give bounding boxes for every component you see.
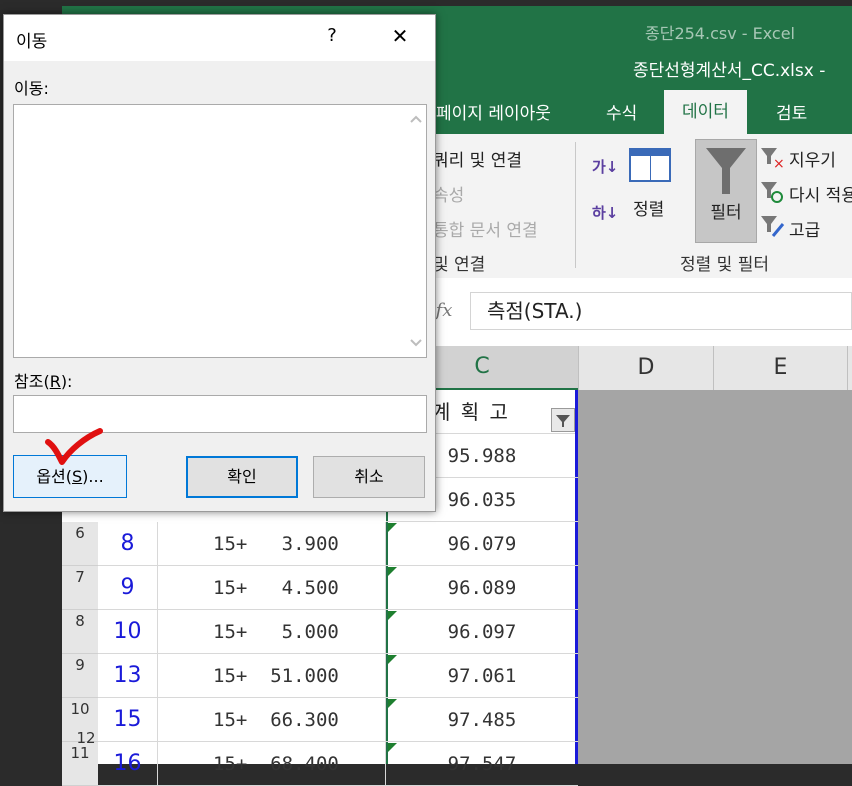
reference-label-key: R [49,372,61,391]
tab-page-layout[interactable]: 페이지 레이아웃 [436,99,551,124]
options-label-pre: 옵션( [36,467,73,486]
cell-c[interactable]: 96.079 [386,522,578,566]
column-header-d[interactable]: D [578,346,713,390]
tab-data[interactable]: 데이터 [664,90,747,134]
filter-dropdown-button[interactable] [551,408,575,432]
queries-connections-button[interactable]: 쿼리 및 연결 [433,146,522,171]
scrollbar[interactable] [407,105,426,357]
sort-descending-icon[interactable]: 하↓ [592,202,618,223]
cell-c-value: 96.079 [447,533,517,555]
cell-b[interactable]: 15+ 3.900 [158,522,386,566]
reference-label-post: ): [60,372,73,391]
row-header[interactable]: 12 [74,728,98,748]
cell-c[interactable]: 97.061 [386,654,578,698]
cell-c-value: 97.547 [447,753,517,775]
cell-c[interactable]: 97.547 [386,742,578,786]
row-header[interactable]: 6 [62,522,98,566]
error-indicator [388,655,397,664]
excel-window-title: 종단선형계산서_CC.xlsx - [633,61,826,81]
formula-input[interactable]: 측점(STA.) [470,292,852,330]
cell-a[interactable]: 9 [98,566,158,610]
properties-button[interactable]: 속성 [433,181,464,206]
clear-button[interactable]: 지우기 [789,146,836,171]
cell-b[interactable]: 15+ 51.000 [158,654,386,698]
column-header-e[interactable]: E [713,346,848,390]
cell-a[interactable]: 8 [98,522,158,566]
reapply-button[interactable]: 다시 적용 [789,181,852,206]
cell-c[interactable]: 97.485 [386,698,578,742]
sheet-empty-area [578,390,852,764]
cell-b[interactable]: 15+ 5.000 [158,610,386,654]
cell-c-value: 96.089 [447,577,517,599]
excel-window-title-back: 종단254.csv - Excel [645,24,795,43]
row-header[interactable]: 8 [62,610,98,654]
cell-c[interactable]: 96.097 [386,610,578,654]
tab-formulas[interactable]: 수식 [606,99,637,124]
cell-c-value: 97.061 [447,665,517,687]
error-indicator [388,743,397,752]
filter-button[interactable]: 필터 [695,139,757,243]
row-header[interactable]: 11 [62,742,98,786]
cell-a[interactable]: 15 [98,698,158,742]
error-indicator [388,567,397,576]
options-label-key: S [72,467,83,486]
window-edge [62,0,852,6]
reference-label: 참조(R): [14,368,72,392]
options-label-post: )... [82,467,104,486]
cell-b[interactable]: 15+ 4.500 [158,566,386,610]
filter-label: 필터 [710,203,742,223]
reference-label-pre: 참조( [14,372,50,391]
sort-button-label[interactable]: 정렬 [633,195,664,220]
advanced-button[interactable]: 고급 [789,216,820,241]
help-icon[interactable]: ? [320,25,344,46]
row-header[interactable]: 7 [62,566,98,610]
cell-b[interactable]: 15+ 66.300 [158,698,386,742]
cell-a[interactable]: 13 [98,654,158,698]
ok-button[interactable]: 확인 [186,456,298,498]
tab-review[interactable]: 검토 [776,99,807,124]
close-icon[interactable]: ✕ [386,24,414,48]
dialog-title: 이동 [16,32,48,52]
cell-a[interactable]: 10 [98,610,158,654]
scroll-up-icon[interactable] [407,109,426,129]
svg-text:×: × [773,156,785,170]
funnel-icon [706,148,746,194]
scroll-down-icon[interactable] [407,333,426,353]
reapply-icon[interactable] [761,180,785,204]
goto-label: 이동: [14,79,49,98]
group-queries-label: 및 연결 [433,255,486,275]
advanced-filter-icon[interactable] [761,214,785,238]
ribbon-divider [575,142,576,268]
red-checkmark-annotation [45,428,103,465]
group-sort-filter-label: 정렬 및 필터 [680,255,770,275]
cell-a[interactable]: 16 [98,742,158,786]
cell-c-value: 96.097 [447,621,517,643]
error-indicator [388,523,397,532]
cancel-button[interactable]: 취소 [313,456,425,498]
cell-c[interactable]: 96.089 [386,566,578,610]
filter-dropdown-icon [556,415,570,427]
row-header[interactable]: 9 [62,654,98,698]
sort-icon[interactable] [629,148,671,182]
error-indicator [388,611,397,620]
sort-ascending-icon[interactable]: 가↓ [592,156,618,177]
edit-links-button[interactable]: 통합 문서 연결 [433,216,538,241]
error-indicator [388,699,397,708]
goto-list[interactable] [13,104,427,358]
dialog-title-bar [4,15,435,61]
cell-b[interactable]: 15+ 68.400 [158,742,386,786]
cell-c-value: 97.485 [447,709,517,731]
clear-filter-icon[interactable]: × [761,146,785,170]
